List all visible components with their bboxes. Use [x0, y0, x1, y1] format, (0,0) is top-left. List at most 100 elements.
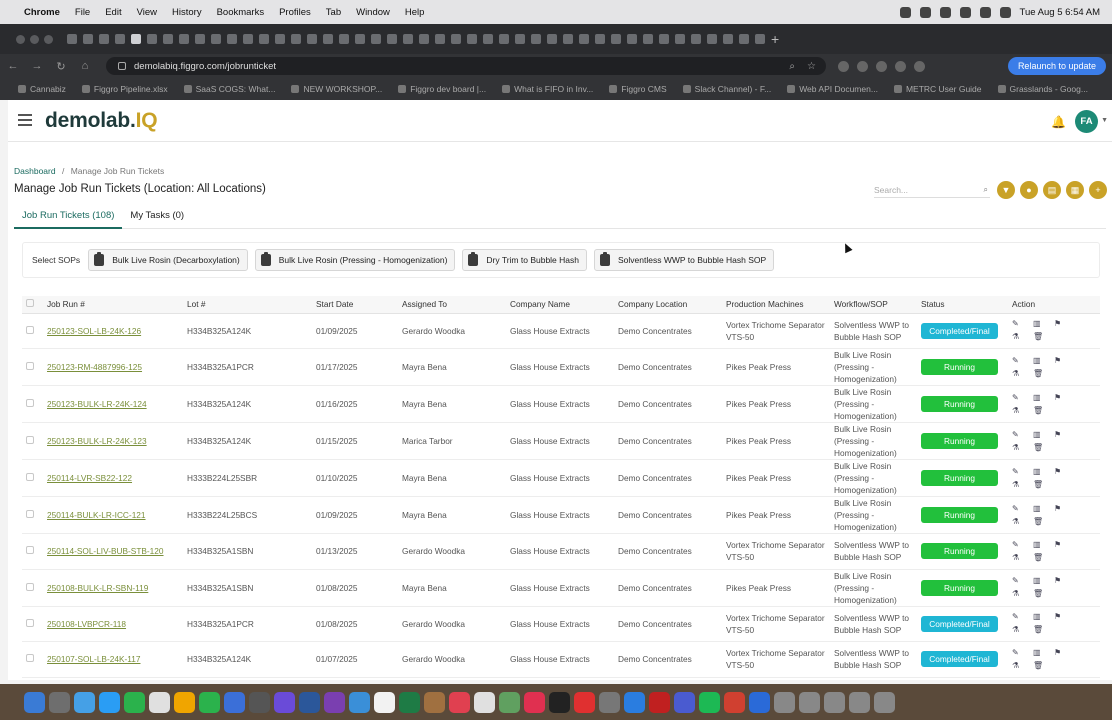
tab-favicon[interactable] — [275, 34, 285, 44]
breadcrumb-dashboard[interactable]: Dashboard — [14, 166, 56, 176]
extension-icon[interactable] — [876, 60, 887, 72]
home-icon[interactable]: ⌂ — [74, 60, 96, 72]
chart-icon[interactable]: ▥ — [1033, 611, 1044, 624]
job-run-link[interactable]: 250108-LVBPCR-118 — [47, 619, 126, 629]
edit-icon[interactable]: ✎ — [1012, 538, 1023, 551]
add-icon[interactable]: + — [1089, 181, 1107, 199]
sop-button-decarboxylation[interactable]: Bulk Live Rosin (Decarboxylation) — [88, 249, 248, 271]
edit-icon[interactable]: ✎ — [1012, 428, 1023, 441]
trash-icon[interactable]: 🗑 — [1033, 331, 1044, 344]
tab-favicon[interactable] — [243, 34, 253, 44]
table-row[interactable]: 250123-SOL-LB-24K-126 H334B325A124K 01/09/… — [22, 313, 1100, 349]
tab-favicon[interactable] — [467, 34, 477, 44]
table-row[interactable]: 250114-SOL-LIV-BUB-STB-120 H334B325A1SBN 0… — [22, 533, 1100, 570]
menu-bookmarks[interactable]: Bookmarks — [217, 7, 265, 18]
chart-icon[interactable]: ▥ — [1033, 538, 1044, 551]
tab-favicon[interactable] — [563, 34, 573, 44]
flag-icon[interactable]: ⚑ — [1054, 502, 1065, 515]
header-lot[interactable]: Lot # — [187, 296, 316, 314]
tab-favicon[interactable] — [99, 34, 109, 44]
row-checkbox[interactable] — [26, 654, 34, 663]
dock-app-icon[interactable] — [399, 691, 420, 713]
dock-app-icon[interactable] — [249, 691, 270, 713]
dock-app-icon[interactable] — [174, 691, 195, 713]
tab-favicon[interactable] — [403, 34, 413, 44]
header-assigned-to[interactable]: Assigned To — [402, 296, 510, 314]
job-run-link[interactable]: 250114-SOL-LIV-BUB-STB-120 — [47, 546, 164, 556]
job-run-link[interactable]: 250123-BULK-LR-24K-124 — [47, 399, 147, 409]
row-checkbox[interactable] — [26, 473, 34, 481]
dock-app-icon[interactable] — [649, 691, 670, 713]
tab-favicon[interactable] — [355, 34, 365, 44]
trash-icon[interactable]: 🗑 — [1033, 659, 1044, 672]
table-row[interactable]: 250123-BULK-LR-24K-124 H334B325A124K 01/16… — [22, 385, 1100, 423]
dock-app-icon[interactable] — [149, 691, 170, 713]
forward-icon[interactable]: → — [26, 60, 48, 72]
tab-favicon[interactable] — [419, 34, 429, 44]
table-row[interactable]: 250107-SOL-LB-24K-117 H334B325A124K 01/07/… — [22, 641, 1100, 678]
tab-favicon[interactable] — [579, 34, 589, 44]
filter-icon[interactable]: ▼ — [997, 181, 1015, 199]
dock-app-icon[interactable] — [724, 691, 745, 713]
job-run-link[interactable]: 250123-SOL-LB-24K-126 — [47, 326, 141, 336]
tab-favicon[interactable] — [195, 34, 205, 44]
bookmark-item[interactable]: SaaS COGS: What... — [183, 84, 275, 94]
row-checkbox[interactable] — [26, 325, 34, 334]
bookmark-item[interactable]: What is FIFO in Inv... — [502, 84, 593, 94]
tab-favicon[interactable] — [67, 34, 77, 44]
tab-favicon[interactable] — [611, 34, 621, 44]
dock-app-icon[interactable] — [324, 691, 345, 713]
edit-icon[interactable]: ✎ — [1012, 502, 1023, 515]
menu-profiles[interactable]: Profiles — [279, 7, 311, 18]
edit-icon[interactable]: ✎ — [1012, 611, 1023, 624]
tab-favicon[interactable] — [659, 34, 669, 44]
tab-favicon[interactable] — [131, 34, 141, 44]
flag-icon[interactable]: ⚑ — [1054, 465, 1065, 478]
dock-app-icon[interactable] — [624, 691, 645, 713]
tab-favicon[interactable] — [627, 34, 637, 44]
tab-favicon[interactable] — [723, 34, 733, 44]
dock-app-icon[interactable] — [274, 691, 295, 713]
tab-favicon[interactable] — [451, 34, 461, 44]
header-job-run[interactable]: Job Run # — [47, 296, 187, 314]
bookmark-item[interactable]: Web API Documen... — [787, 84, 878, 94]
job-run-link[interactable]: 250114-BULK-LR-ICC-121 — [47, 510, 146, 520]
menu-history[interactable]: History — [172, 7, 202, 18]
zoom-icon[interactable]: ⌕ — [789, 61, 795, 72]
tab-favicon[interactable] — [211, 34, 221, 44]
select-all-checkbox[interactable] — [26, 299, 34, 308]
flask-icon[interactable]: ⚗ — [1012, 551, 1023, 564]
status-icon[interactable] — [939, 6, 951, 18]
avatar[interactable]: FA — [1075, 110, 1098, 133]
menu-tab[interactable]: Tab — [326, 7, 341, 18]
new-tab-icon[interactable]: + — [771, 31, 779, 47]
flag-icon[interactable]: ⚑ — [1054, 391, 1065, 404]
extension-icon[interactable] — [914, 60, 925, 72]
dock-app-icon[interactable] — [24, 691, 45, 713]
dock-app-icon[interactable] — [599, 691, 620, 713]
sop-button-solventless[interactable]: Solventless WWP to Bubble Hash SOP — [594, 249, 775, 271]
bookmark-item[interactable]: METRC User Guide — [893, 84, 982, 94]
tab-favicon[interactable] — [643, 34, 653, 44]
dock-app-icon[interactable] — [824, 691, 845, 713]
back-icon[interactable]: ← — [2, 60, 24, 72]
tab-favicon[interactable] — [115, 34, 125, 44]
flask-icon[interactable]: ⚗ — [1012, 515, 1023, 528]
close-window-icon[interactable] — [16, 34, 25, 44]
chart-icon[interactable]: ▥ — [1033, 354, 1044, 367]
dock-app-icon[interactable] — [524, 691, 545, 713]
extension-icon[interactable] — [838, 60, 849, 72]
menu-edit[interactable]: Edit — [105, 7, 121, 18]
table-row[interactable]: 250114-BULK-LR-ICC-121 H333B224L25BCS 01/0… — [22, 496, 1100, 534]
tab-favicon[interactable] — [291, 34, 301, 44]
address-bar[interactable]: demolabiq.figgro.com/jobrunticket ⌕ ☆ — [106, 57, 826, 75]
flag-icon[interactable]: ⚑ — [1054, 538, 1065, 551]
menu-view[interactable]: View — [137, 7, 157, 18]
chart-icon[interactable]: ▥ — [1033, 465, 1044, 478]
tab-favicon[interactable] — [83, 34, 93, 44]
header-status[interactable]: Status — [921, 296, 1012, 314]
dock-app-icon[interactable] — [99, 691, 120, 713]
tab-favicon[interactable] — [755, 34, 765, 44]
header-workflow-sop[interactable]: Workflow/SOP — [834, 296, 921, 314]
tab-favicon[interactable] — [323, 34, 333, 44]
